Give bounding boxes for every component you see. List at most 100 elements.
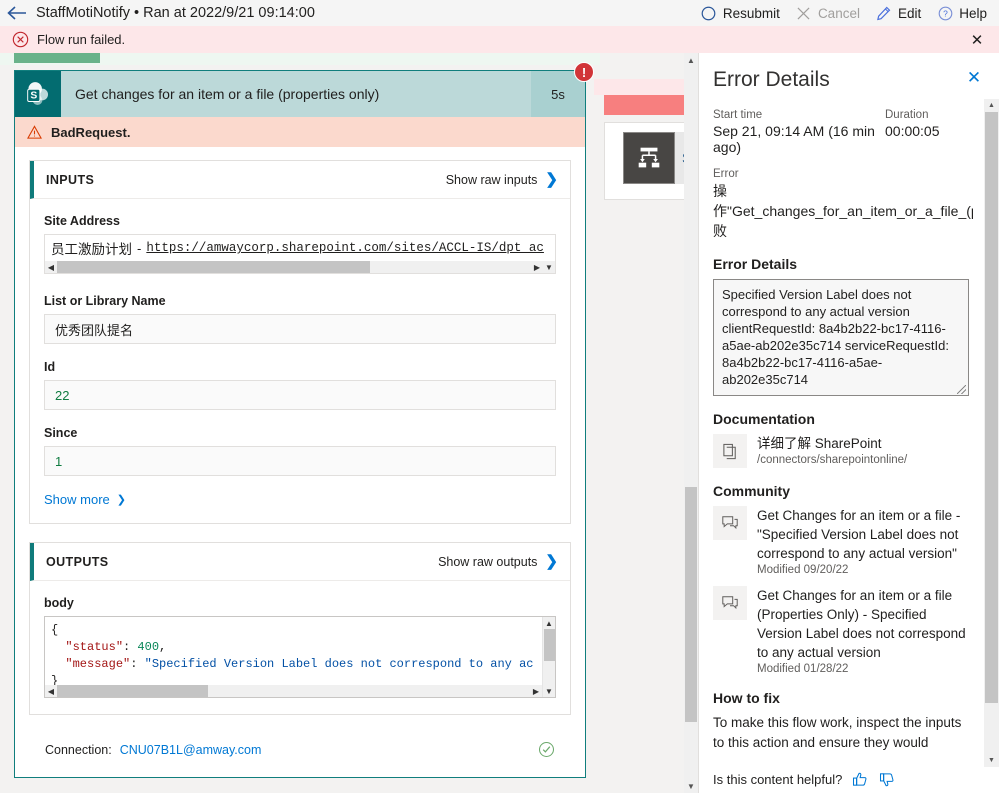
thumbs-down-icon[interactable]: [879, 771, 896, 788]
resize-grip-icon[interactable]: [957, 385, 966, 394]
site-address-dash: -: [137, 240, 142, 256]
flyout-scroll-thumb[interactable]: [985, 112, 998, 703]
error-message-line-1: 操: [713, 183, 727, 199]
edit-button[interactable]: Edit: [876, 5, 921, 21]
help-button[interactable]: ? Help: [937, 5, 987, 21]
show-raw-outputs-label: Show raw outputs: [438, 554, 538, 569]
canvas-scrollbar[interactable]: ▲ ▼: [684, 53, 698, 793]
canvas-scroll-thumb[interactable]: [685, 487, 697, 723]
since-input[interactable]: 1: [44, 446, 556, 476]
outputs-vscroll-thumb[interactable]: [543, 629, 555, 662]
connection-label: Connection:: [45, 742, 112, 757]
flyout-scroll-track[interactable]: [984, 112, 999, 754]
list-or-library-input[interactable]: 优秀团队提名: [44, 314, 556, 344]
documentation-link-item[interactable]: 详细了解 SharePoint /connectors/sharepointon…: [713, 434, 973, 468]
field-label-since: Since: [44, 426, 78, 440]
action-error-status-bar: BadRequest.: [15, 117, 585, 147]
field-since: Since 1: [44, 426, 556, 476]
error-details-subheading: Error Details: [713, 256, 798, 272]
cancel-button[interactable]: Cancel: [796, 5, 860, 21]
scroll-down-icon[interactable]: ▼: [545, 685, 553, 697]
duration-value: 00:00:05: [885, 123, 940, 139]
connection-value[interactable]: CNU07B1L@amway.com: [120, 743, 262, 757]
resubmit-label: Resubmit: [722, 5, 780, 21]
content-feedback-label: Is this content helpful?: [713, 772, 843, 787]
scroll-left-icon[interactable]: ◀: [45, 261, 57, 273]
scroll-up-icon[interactable]: ▲: [545, 617, 553, 629]
duration-block: Duration 00:00:05: [885, 109, 973, 155]
outputs-body-code[interactable]: { "status": 400, "message": "Specified V…: [44, 616, 556, 698]
comment-chat-icon: [713, 506, 747, 540]
community-link-item[interactable]: Get Changes for an item or a file (Prope…: [713, 586, 973, 675]
svg-text:S: S: [30, 91, 37, 102]
community-link-sub: Modified 09/20/22: [757, 564, 849, 576]
run-title: StaffMotiNotify • Ran at 2022/9/21 09:14…: [36, 5, 315, 21]
documentation-link-body: 详细了解 SharePoint /connectors/sharepointon…: [757, 434, 973, 466]
hscroll-thumb[interactable]: [57, 261, 370, 273]
start-time-value: Sep 21, 09:14 AM (16 min ago): [713, 123, 875, 155]
outputs-panel: OUTPUTS Show raw outputs ❯ body { "statu…: [29, 542, 571, 715]
show-more-button[interactable]: Show more ❯: [44, 492, 556, 507]
action-card-get-changes[interactable]: S Get changes for an item or a file (pro…: [14, 62, 594, 778]
scroll-right-icon[interactable]: ▶: [531, 261, 543, 273]
outputs-header: OUTPUTS Show raw outputs ❯: [30, 543, 570, 581]
site-address-hscrollbar[interactable]: ◀ ▶ ▼: [45, 261, 555, 273]
edit-label: Edit: [897, 5, 922, 21]
action-card-header[interactable]: S Get changes for an item or a file (pro…: [15, 62, 594, 117]
show-raw-outputs-link[interactable]: Show raw outputs ❯: [438, 554, 558, 569]
how-to-fix-text: To make this flow work, inspect the inpu…: [713, 715, 962, 750]
error-details-text: Specified Version Label does not corresp…: [722, 287, 949, 387]
flyout-scrollbar[interactable]: ▲ ▼: [984, 99, 999, 767]
community-link-body: Get Changes for an item or a file - "Spe…: [757, 506, 973, 576]
scroll-left-icon[interactable]: ◀: [45, 685, 57, 697]
scroll-up-icon[interactable]: ▲: [984, 99, 999, 112]
outputs-hscroll-track[interactable]: [57, 685, 530, 697]
site-address-input[interactable]: 员工激励计划 - https://amwaycorp.sharepoint.co…: [44, 234, 556, 274]
scroll-down-icon[interactable]: ▼: [984, 754, 999, 767]
banner-close-icon[interactable]: ✕: [967, 30, 987, 50]
scroll-down-icon[interactable]: ▼: [543, 261, 555, 273]
resubmit-button[interactable]: Resubmit: [701, 5, 780, 21]
outputs-hscroll-thumb[interactable]: [57, 685, 209, 697]
community-link-item[interactable]: Get Changes for an item or a file - "Spe…: [713, 506, 973, 576]
back-arrow-icon[interactable]: [0, 0, 34, 26]
field-label-list-or-library: List or Library Name: [44, 294, 166, 308]
json-key-status: "status": [65, 640, 124, 654]
json-brace-open: {: [51, 623, 59, 637]
flow-run-details-page: StaffMotiNotify • Ran at 2022/9/21 09:14…: [0, 0, 999, 793]
canvas-scroll-track[interactable]: [684, 67, 698, 779]
documentation-link-sub: /connectors/sharepointonline/: [757, 454, 908, 466]
field-label-site-address: Site Address: [44, 214, 120, 228]
error-details-title: Error Details: [713, 68, 830, 91]
error-details-textarea[interactable]: Specified Version Label does not corresp…: [713, 279, 969, 396]
resubmit-circle-icon: [701, 5, 717, 21]
chevron-right-icon: ❯: [545, 553, 558, 570]
warning-triangle-icon: [27, 124, 42, 140]
inputs-content: Site Address 员工激励计划 - https://amwaycorp.…: [30, 199, 570, 523]
close-icon[interactable]: ✕: [963, 67, 985, 89]
inputs-header: INPUTS Show raw inputs ❯: [30, 161, 570, 199]
scroll-up-icon[interactable]: ▲: [684, 53, 698, 67]
start-time-block: Start time Sep 21, 09:14 AM (16 min ago): [713, 109, 885, 155]
show-raw-inputs-link[interactable]: Show raw inputs ❯: [446, 172, 558, 187]
pages-copy-icon: [713, 434, 747, 468]
action-error-badge: !: [574, 62, 594, 82]
site-address-url: https://amwaycorp.sharepoint.com/sites/A…: [146, 241, 544, 255]
outputs-vscroll-track[interactable]: [543, 629, 556, 685]
outputs-hscrollbar[interactable]: ◀ ▶: [45, 685, 542, 697]
action-title: Get changes for an item or a file (prope…: [75, 86, 380, 102]
action-error-status-text: BadRequest.: [51, 124, 131, 140]
thumbs-up-icon[interactable]: [852, 771, 869, 788]
documentation-link-title: 详细了解 SharePoint: [757, 436, 882, 451]
error-details-header: Error Details ✕: [699, 53, 999, 99]
scroll-right-icon[interactable]: ▶: [530, 685, 542, 697]
comment-chat-icon: [713, 586, 747, 620]
background-card-red[interactable]: [604, 93, 694, 115]
outputs-vscrollbar[interactable]: ▲ ▼: [542, 617, 555, 697]
hscroll-track[interactable]: [57, 261, 531, 273]
id-input[interactable]: 22: [44, 380, 556, 410]
previous-action-stub: [14, 53, 100, 63]
field-list-or-library: List or Library Name 优秀团队提名: [44, 294, 556, 344]
scroll-down-icon[interactable]: ▼: [684, 779, 698, 793]
canvas-content: S Get changes for an item or a file (pro…: [0, 53, 698, 793]
